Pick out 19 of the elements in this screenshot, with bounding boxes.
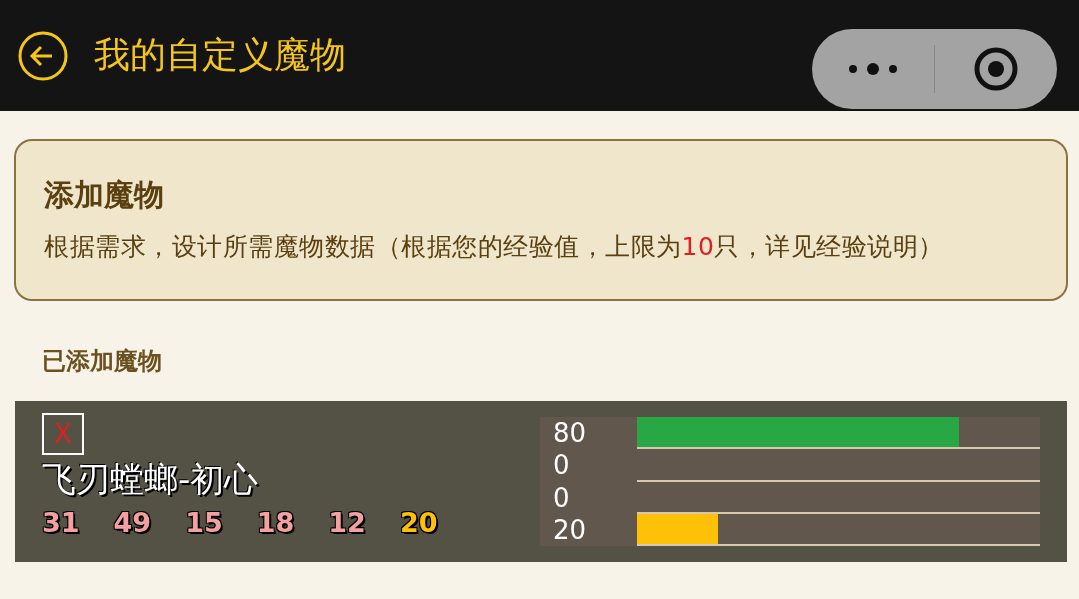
card-title: 添加魔物 (44, 176, 165, 214)
bar-reading: 0 (552, 481, 571, 514)
section-title: 已添加魔物 (42, 346, 163, 377)
monster-name: 飞刃螳螂-初心 (42, 458, 260, 501)
more-icon (847, 61, 899, 76)
bar-reading: 0 (552, 449, 571, 482)
stat-value: 31 (42, 507, 80, 538)
card-description: 根据需求，设计所需魔物数据（根据您的经验值，上限为10只，详见经验说明） (44, 231, 945, 263)
bar-reading: 80 (552, 417, 588, 450)
stat-value: 12 (328, 507, 366, 538)
stat-value: 15 (185, 507, 223, 538)
add-monster-card[interactable]: 添加魔物 根据需求，设计所需魔物数据（根据您的经验值，上限为10只，详见经验说明） (14, 139, 1068, 301)
bar-reading: 20 (552, 513, 588, 546)
stat-value: 49 (113, 507, 152, 538)
target-icon (973, 45, 1019, 92)
stat-value: 18 (256, 507, 295, 538)
page-title: 我的自定义魔物 (94, 33, 347, 77)
back-icon[interactable] (18, 30, 68, 81)
stat-value: 20 (399, 507, 438, 538)
